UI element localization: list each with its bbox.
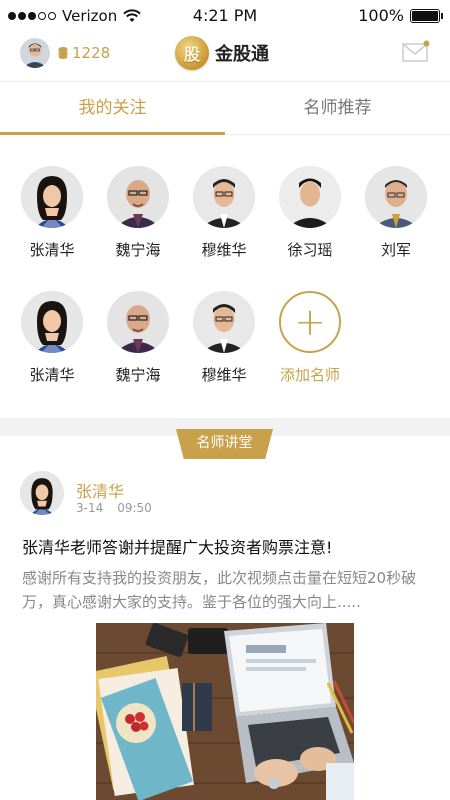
mail-icon[interactable] <box>402 40 430 62</box>
teacher-name: 刘军 <box>380 241 411 259</box>
teacher-avatar <box>107 291 169 353</box>
teacher-avatar <box>279 166 341 228</box>
post-author-name[interactable]: 张清华 <box>76 478 124 502</box>
teacher-item[interactable]: 穆维华 <box>184 166 264 260</box>
battery-icon <box>410 8 443 23</box>
app-screen: Verizon 4:21 PM 100% 1228 股 金股通 我的关注 名师推… <box>0 0 450 800</box>
coin-balance[interactable]: 1228 <box>58 44 110 62</box>
add-teacher-button[interactable]: + 添加名师 <box>270 291 350 385</box>
add-teacher-label: 添加名师 <box>279 366 340 384</box>
teacher-avatar <box>21 166 83 228</box>
teacher-name: 魏宁海 <box>115 366 161 384</box>
teacher-avatar <box>193 291 255 353</box>
app-header: 1228 股 金股通 <box>0 30 450 82</box>
section-tag: 名师讲堂 <box>176 429 273 459</box>
teacher-name: 张清华 <box>29 366 75 384</box>
teacher-item[interactable]: 徐习瑶 <box>270 166 350 260</box>
post-meta: 3-14 09:50 <box>76 501 152 515</box>
tab-bar: 我的关注 名师推荐 <box>0 83 450 135</box>
logo-badge-icon: 股 <box>175 36 209 70</box>
logo-glyph: 股 <box>183 45 200 64</box>
teacher-name: 张清华 <box>29 241 75 259</box>
app-logo: 股 金股通 <box>175 36 269 70</box>
teacher-name: 穆维华 <box>201 241 247 259</box>
post-author-avatar[interactable] <box>20 471 64 515</box>
teacher-avatar <box>107 166 169 228</box>
post-title[interactable]: 张清华老师答谢并提醒广大投资者购票注意! <box>22 534 432 558</box>
tab-my-follows[interactable]: 我的关注 <box>0 83 225 135</box>
coin-stack-icon <box>58 47 68 59</box>
teacher-name: 魏宁海 <box>115 241 161 259</box>
teacher-avatar <box>193 166 255 228</box>
tab-recommended-teachers[interactable]: 名师推荐 <box>225 83 450 134</box>
section-title: 名师讲堂 <box>196 435 253 451</box>
teacher-name: 穆维华 <box>201 366 247 384</box>
teacher-item[interactable]: 张清华 <box>12 166 92 260</box>
teacher-item[interactable]: 穆维华 <box>184 291 264 385</box>
battery-status: 100% <box>358 6 443 25</box>
post-time: 09:50 <box>117 501 152 515</box>
post-image[interactable] <box>96 623 354 800</box>
coin-count: 1228 <box>72 44 111 62</box>
post-excerpt[interactable]: 感谢所有支持我的投资朋友，此次视频点击量在短短20秒破万，真心感谢大家的支持。鉴… <box>22 566 432 614</box>
battery-percent: 100% <box>358 6 404 25</box>
teacher-item[interactable]: 魏宁海 <box>98 291 178 385</box>
teacher-name: 徐习瑶 <box>287 241 333 259</box>
teacher-item[interactable]: 刘军 <box>356 166 436 260</box>
user-avatar[interactable] <box>20 38 50 68</box>
plus-icon: + <box>279 291 341 353</box>
teacher-avatar <box>21 291 83 353</box>
post-date: 3-14 <box>76 501 104 515</box>
teacher-item[interactable]: 张清华 <box>12 291 92 385</box>
status-bar: Verizon 4:21 PM 100% <box>0 0 450 30</box>
teacher-avatar <box>365 166 427 228</box>
app-title: 金股通 <box>215 44 269 65</box>
teacher-item[interactable]: 魏宁海 <box>98 166 178 260</box>
